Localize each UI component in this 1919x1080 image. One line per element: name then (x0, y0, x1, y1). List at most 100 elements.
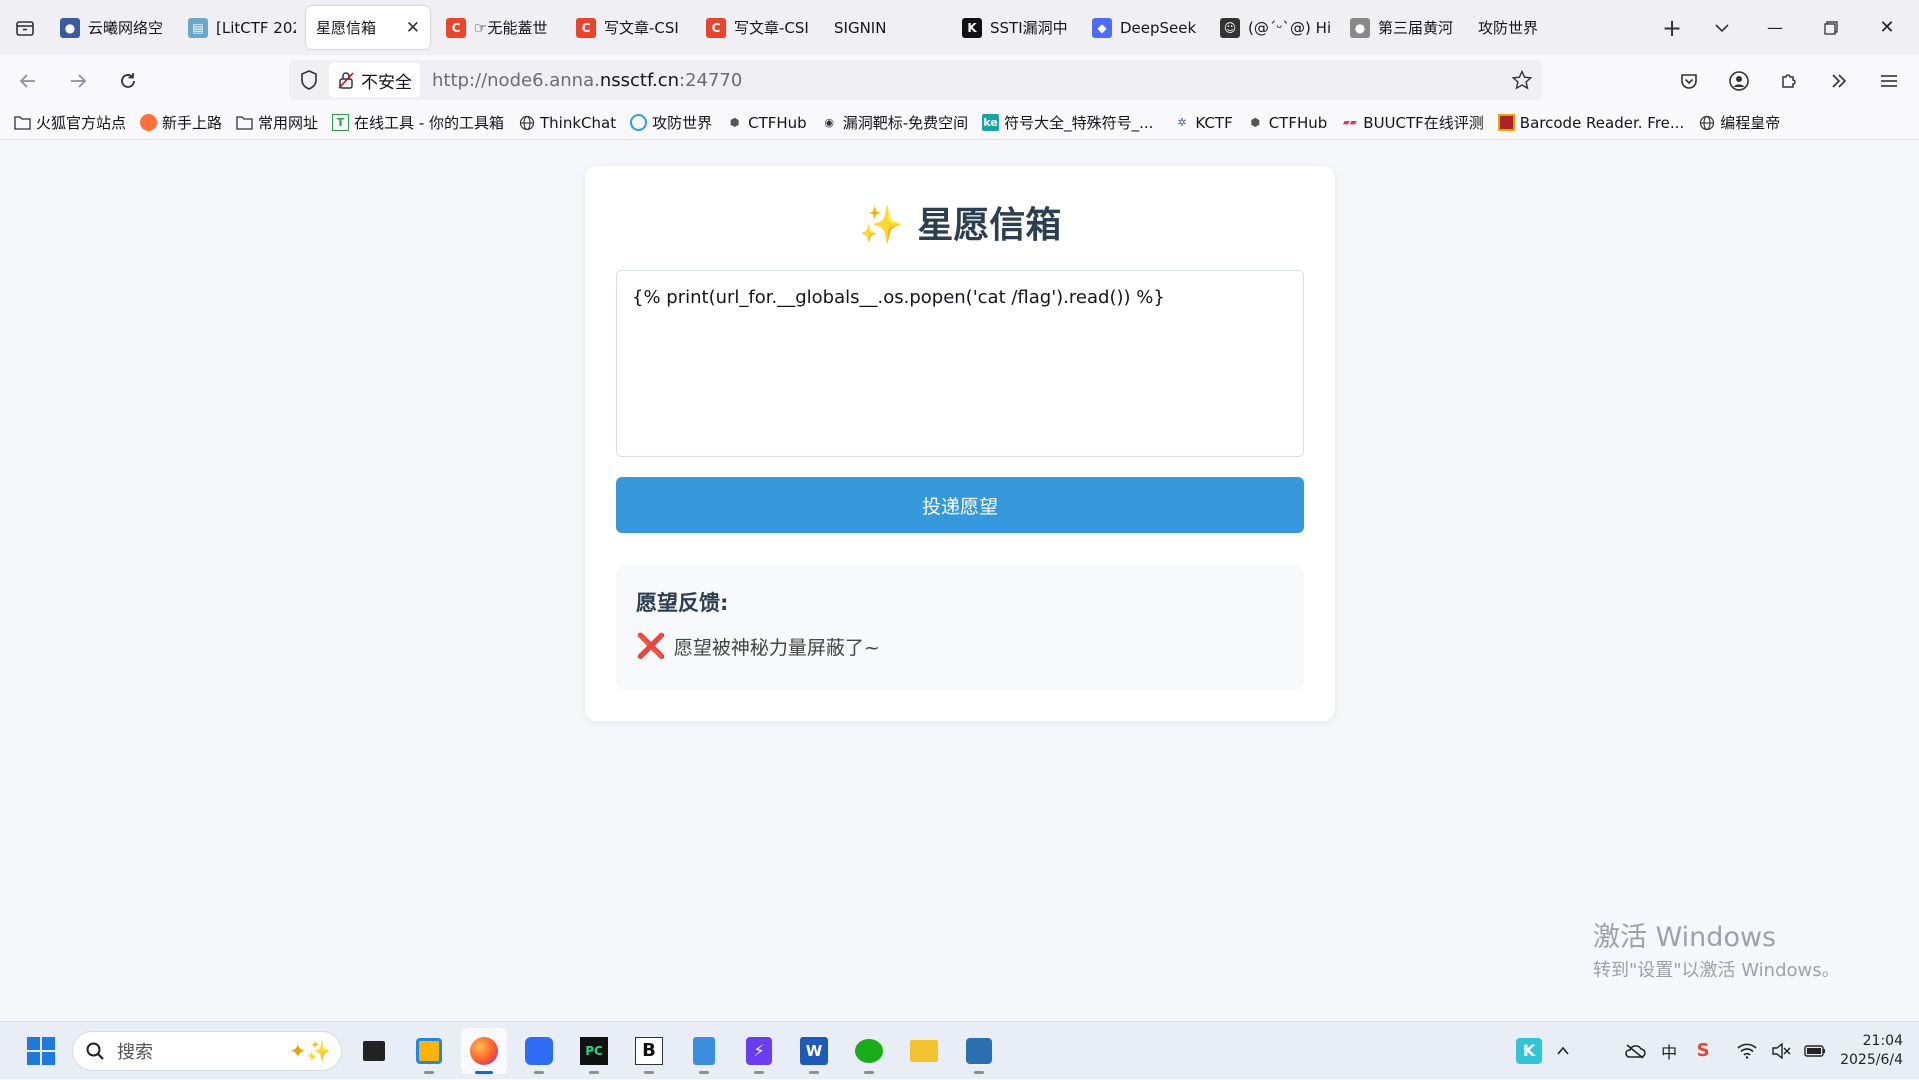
task-view-icon (363, 1040, 385, 1061)
tab-ssti[interactable]: K SSTI漏洞中 (952, 6, 1082, 49)
tab-huanghe[interactable]: ● 第三届黄河 (1340, 6, 1468, 49)
site-security-indicator[interactable]: 不安全 (329, 63, 420, 97)
submit-wish-button[interactable]: 投递愿望 (616, 477, 1304, 533)
new-tab-button[interactable]: + (1647, 0, 1697, 55)
minimize-button[interactable]: — (1747, 0, 1803, 55)
app-menu-button[interactable] (1867, 61, 1911, 101)
wifi-button[interactable] (1730, 1031, 1764, 1071)
ctfhub-icon: ⬢ (1250, 116, 1260, 129)
folder-icon (910, 1039, 938, 1062)
bookmark-ctfhub[interactable]: ⬢ CTFHub (726, 114, 807, 132)
bookmark-star-button[interactable] (1502, 70, 1542, 90)
bookmark-online-tools[interactable]: T 在线工具 - 你的工具箱 (332, 112, 504, 133)
bookmark-vuln-target[interactable]: ◉ 漏洞靶标-免费空间 (821, 112, 968, 133)
bookmark-getting-started[interactable]: 新手上路 (140, 112, 222, 133)
extensions-button[interactable] (1767, 61, 1811, 101)
close-tab-icon[interactable]: ✕ (396, 18, 420, 38)
taskbar-app-remote[interactable] (406, 1028, 452, 1074)
taskbar-app-feishu[interactable] (516, 1028, 562, 1074)
tab-csdn-3[interactable]: C 写文章-CSI (696, 6, 824, 49)
tab-deepseek[interactable]: ◆ DeepSeek (1082, 6, 1210, 49)
bookmark-kctf[interactable]: ✲ KCTF (1173, 114, 1232, 132)
chevron-down-icon (1715, 23, 1729, 32)
back-arrow-icon (19, 73, 35, 88)
minimize-icon: — (1767, 18, 1783, 37)
running-indicator (644, 1070, 654, 1074)
bookmark-label: CTFHub (1268, 113, 1328, 132)
tabbar-controls: + — ✕ (1647, 0, 1919, 55)
close-window-button[interactable]: ✕ (1859, 0, 1915, 55)
taskbar-app-lightning[interactable]: ⚡ (736, 1028, 782, 1074)
volume-button[interactable] (1764, 1031, 1798, 1071)
sogou-tray-button[interactable]: S (1686, 1031, 1720, 1071)
bookmark-folder-common[interactable]: 常用网址 (236, 112, 318, 133)
taskbar-app-wechat[interactable] (846, 1028, 892, 1074)
feedback-message: ❌ 愿望被神秘力量屏蔽了~ (636, 632, 880, 660)
page-icon: ▤ (188, 17, 208, 38)
bookmark-thinkchat[interactable]: ThinkChat (518, 114, 616, 132)
task-view-app[interactable] (351, 1028, 397, 1074)
wechat-icon (855, 1038, 883, 1063)
tab-label: 星愿信箱 (316, 19, 377, 37)
tab-label: 写文章-CSI (604, 19, 679, 37)
bookmark-buuctf[interactable]: ▰▰ BUUCTF在线评测 (1341, 112, 1484, 133)
hamburger-icon (1881, 74, 1897, 87)
watermark-subtitle: 转到"设置"以激活 Windows。 (1593, 960, 1840, 981)
restore-button[interactable] (1803, 0, 1859, 55)
running-indicator (589, 1070, 599, 1074)
search-placeholder: 搜索 (117, 1041, 153, 1063)
tab-label: SIGNIN (834, 18, 887, 37)
taskbar-search[interactable]: 搜索 ✦✨ (72, 1030, 342, 1071)
bookmark-barcode-reader[interactable]: Barcode Reader. Fre... (1497, 114, 1684, 132)
taskbar-app-notepad[interactable] (681, 1028, 727, 1074)
taskbar-app-word[interactable]: W (791, 1028, 837, 1074)
url-bar[interactable]: 不安全 http://node6.anna.nssctf.cn:24770 (289, 60, 1542, 100)
feedback-title: 愿望反馈: (636, 591, 729, 615)
list-all-tabs-button[interactable] (1697, 0, 1747, 55)
taskbar-app-burp[interactable]: B (626, 1028, 672, 1074)
tab-list-button[interactable] (0, 0, 50, 55)
tracking-protection-icon[interactable] (289, 69, 329, 91)
tab-label: ☞无能蓋世 (474, 19, 548, 37)
ime-indicator[interactable]: 中 (1652, 1031, 1686, 1071)
tab-csdn-1[interactable]: C ☞无能蓋世 (436, 6, 566, 49)
overflow-menu-button[interactable] (1817, 61, 1861, 101)
url-text[interactable]: http://node6.anna.nssctf.cn:24770 (432, 70, 742, 91)
running-indicator (699, 1070, 709, 1074)
battery-button[interactable] (1798, 1031, 1832, 1071)
tab-signin[interactable]: SIGNIN (824, 6, 952, 49)
bookmark-coding-emperor[interactable]: 编程皇帝 (1698, 112, 1780, 133)
tab-label: 云曦网络空 (88, 19, 164, 37)
taskbar-app-pycharm[interactable]: PC (571, 1028, 617, 1074)
taskbar-app-security[interactable] (956, 1028, 1002, 1074)
back-button[interactable] (6, 61, 50, 101)
tab-litctf[interactable]: ▤ [LitCTF 202 (178, 6, 306, 49)
taskbar-app-explorer[interactable] (901, 1028, 947, 1074)
ctfhub-icon: ⬢ (729, 116, 740, 129)
start-button[interactable] (18, 1028, 64, 1074)
taskbar-app-firefox[interactable] (461, 1027, 507, 1074)
pocket-button[interactable] (1667, 61, 1711, 101)
tab-adworld[interactable]: 攻防世界 (1468, 6, 1588, 49)
forward-button[interactable] (56, 61, 100, 101)
bookmark-folder-firefox[interactable]: 火狐官方站点 (14, 112, 126, 133)
onedrive-tray-button[interactable] (1618, 1031, 1652, 1071)
account-button[interactable] (1717, 61, 1761, 101)
bookmark-symbols[interactable]: ke 符号大全_特殊符号_... (982, 112, 1153, 133)
puzzle-icon (1782, 73, 1796, 88)
wish-textarea[interactable]: {% print(url_for.__globals__.os.popen('c… (616, 270, 1304, 457)
mic-icon: ● (1350, 17, 1370, 38)
tab-xingyuan-active[interactable]: 星愿信箱 ✕ (306, 6, 430, 49)
tab-csdn-2[interactable]: C 写文章-CSI (566, 6, 696, 49)
bookmark-adworld[interactable]: 攻防世界 (630, 112, 712, 133)
tab-hi[interactable]: ☺ (@´ᵕ`@) Hi (1210, 6, 1340, 49)
bookmarks-toolbar: 火狐官方站点 新手上路 常用网址 T 在线工具 - 你的工具箱 ThinkChat… (0, 106, 1919, 140)
show-hidden-icons-button[interactable] (1546, 1031, 1580, 1071)
clock-date: 2025/6/4 (1840, 1051, 1903, 1068)
bookmark-ctfhub-2[interactable]: ⬢ CTFHub (1247, 113, 1328, 132)
folder-icon (14, 114, 31, 131)
reload-button[interactable] (106, 61, 150, 101)
tab-yunxi[interactable]: ● 云曦网络空 (50, 6, 178, 49)
tray-app-k[interactable]: K (1512, 1031, 1546, 1071)
system-clock[interactable]: 21:04 2025/6/4 (1840, 1032, 1903, 1070)
